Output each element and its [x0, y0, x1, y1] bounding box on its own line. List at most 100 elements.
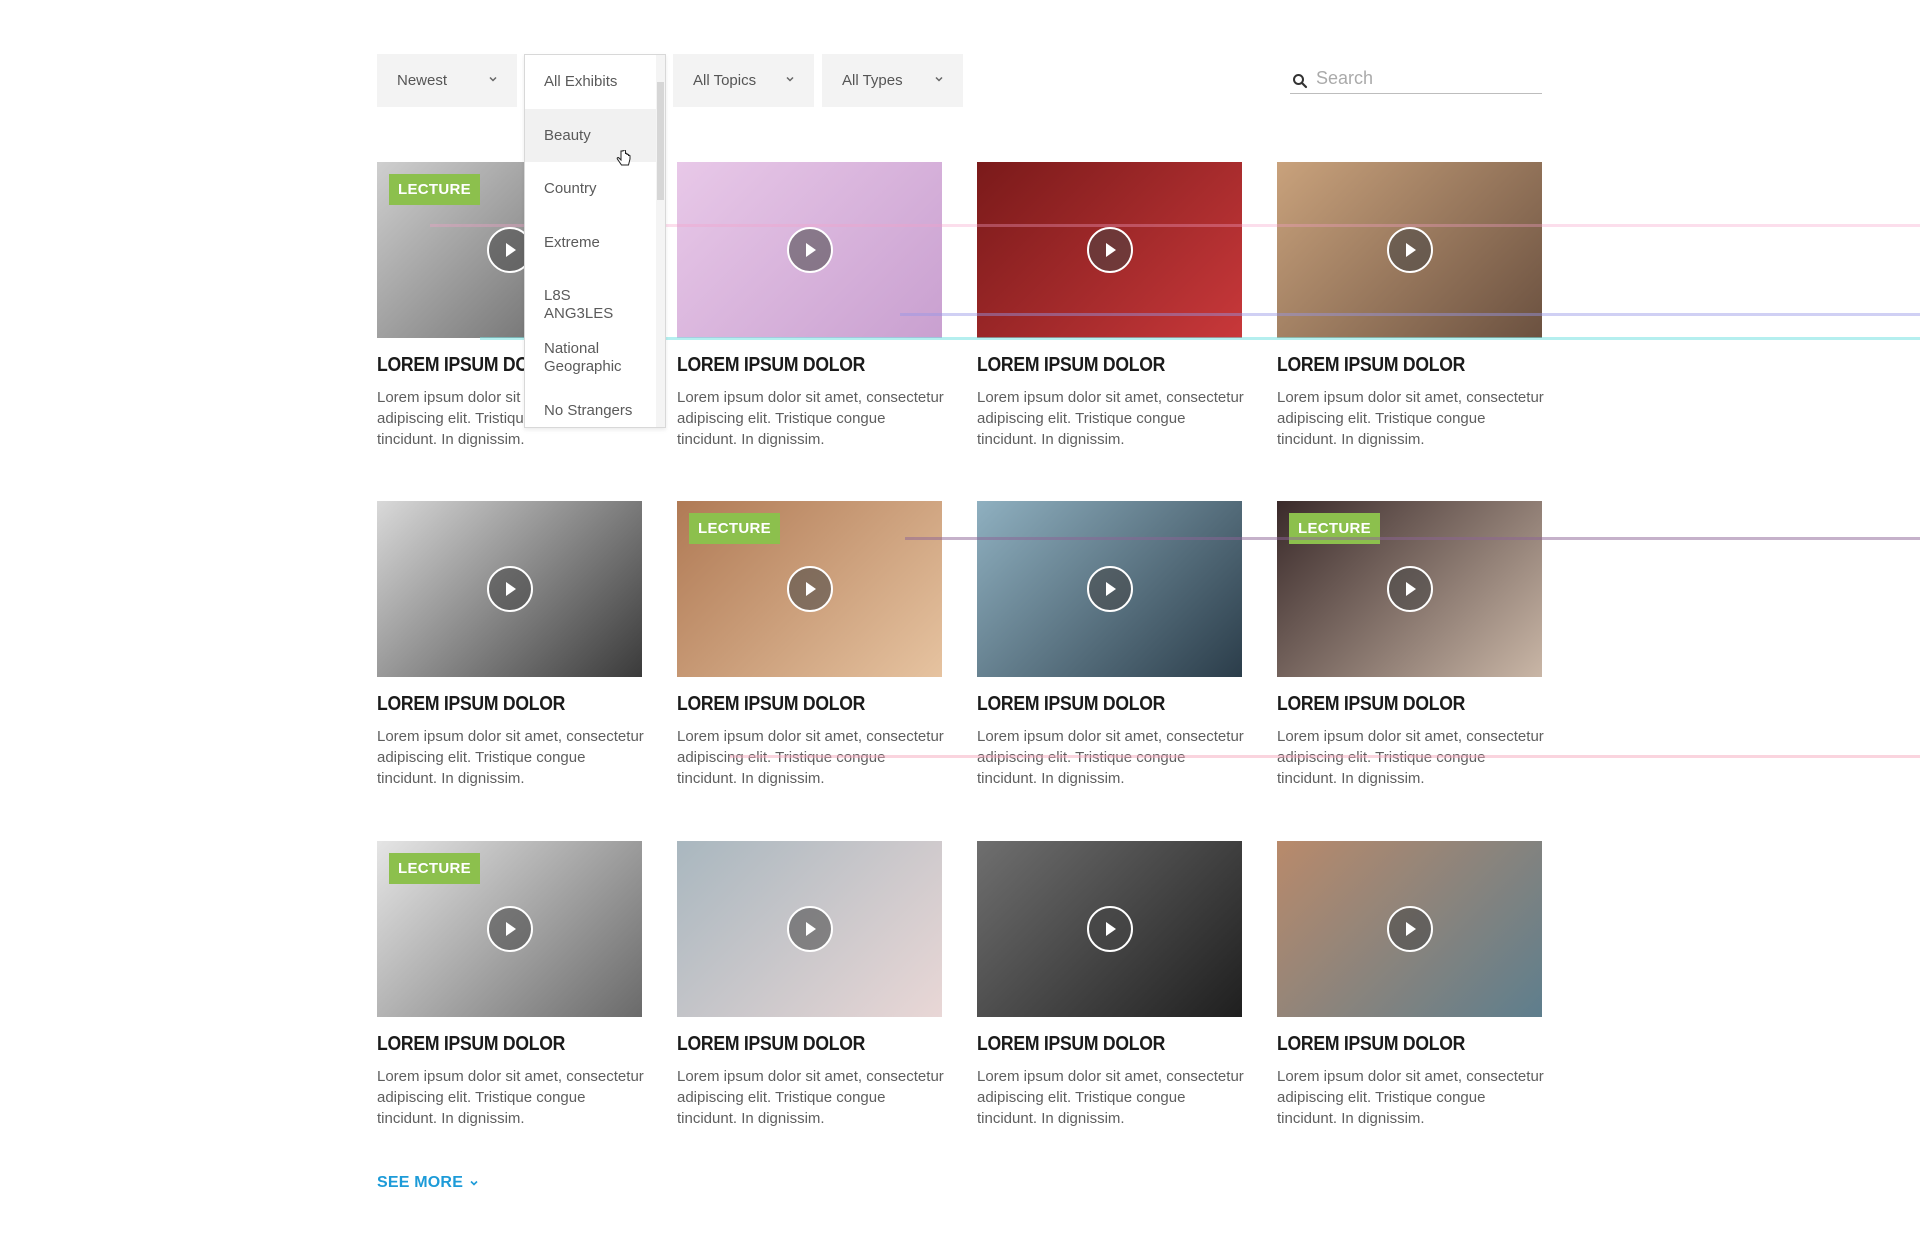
video-card[interactable]: LOREM IPSUM DOLOR Lorem ipsum dolor sit a… [977, 841, 1244, 1129]
video-thumbnail[interactable]: LECTURE [1277, 501, 1542, 677]
hand-cursor-icon [616, 150, 631, 166]
play-button[interactable] [786, 227, 833, 273]
video-thumbnail[interactable] [677, 162, 942, 338]
video-card[interactable]: LECTURE LOREM IPSUM DOLOR Lorem ipsum dolo… [1277, 501, 1544, 789]
video-thumbnail[interactable] [677, 841, 942, 1017]
video-thumbnail[interactable]: LECTURE [377, 841, 642, 1017]
video-thumbnail[interactable] [977, 841, 1242, 1017]
video-card[interactable]: LOREM IPSUM DOLOR Lorem ipsum dolor sit a… [977, 162, 1244, 450]
card-description: Lorem ipsum dolor sit amet, consectetur … [1277, 1068, 1544, 1127]
exhibit-option-no-strangers[interactable]: No Strangers [525, 402, 656, 420]
see-more-label: SEE MORE [377, 1174, 464, 1191]
video-card[interactable]: LOREM IPSUM DOLOR Lorem ipsum dolor sit a… [377, 501, 644, 789]
video-thumbnail[interactable] [377, 501, 642, 677]
play-icon [505, 582, 516, 596]
video-thumbnail[interactable]: LECTURE [677, 501, 942, 677]
play-button[interactable] [486, 566, 533, 612]
exhibit-option-l8s-ang3les[interactable]: L8S ANG3LES [525, 287, 635, 323]
card-description: Lorem ipsum dolor sit amet, consectetur … [677, 389, 944, 448]
play-icon [1105, 243, 1116, 257]
lecture-badge: LECTURE [389, 853, 480, 884]
video-card[interactable]: LOREM IPSUM DOLOR Lorem ipsum dolor sit a… [1277, 162, 1544, 450]
exhibit-option-extreme[interactable]: Extreme [525, 216, 656, 269]
play-icon [1105, 582, 1116, 596]
chevron-down-icon [470, 1180, 478, 1186]
card-title[interactable]: LOREM IPSUM DOLOR [377, 693, 610, 716]
card-title[interactable]: LOREM IPSUM DOLOR [1277, 354, 1510, 377]
play-icon [505, 243, 516, 257]
play-button[interactable] [486, 906, 533, 952]
types-dropdown-label: All Types [842, 72, 903, 89]
play-icon [1405, 243, 1416, 257]
play-button[interactable] [786, 906, 833, 952]
card-title[interactable]: LOREM IPSUM DOLOR [677, 693, 910, 716]
video-thumbnail[interactable] [1277, 841, 1542, 1017]
exhibit-option-label: Extreme [544, 234, 600, 251]
types-dropdown[interactable]: All Types [822, 54, 963, 107]
exhibits-dropdown-selected[interactable]: All Exhibits [525, 55, 656, 108]
card-description: Lorem ipsum dolor sit amet, consectetur … [977, 389, 1244, 448]
exhibit-option-country[interactable]: Country [525, 162, 656, 215]
search-icon [1293, 74, 1308, 89]
video-thumbnail[interactable] [977, 162, 1242, 338]
card-description: Lorem ipsum dolor sit amet, consectetur … [977, 728, 1244, 787]
search-box [1290, 63, 1542, 94]
card-title[interactable]: LOREM IPSUM DOLOR [977, 354, 1210, 377]
exhibits-dropdown-label: All Exhibits [544, 73, 618, 90]
exhibit-option-label: National Geographic [544, 340, 622, 375]
play-icon [505, 922, 516, 936]
lecture-badge: LECTURE [389, 174, 480, 205]
search-input[interactable] [1314, 65, 1540, 91]
exhibit-option-label: Country [544, 180, 597, 197]
video-card[interactable]: LOREM IPSUM DOLOR Lorem ipsum dolor sit a… [977, 501, 1244, 789]
play-icon [1105, 922, 1116, 936]
exhibit-option-beauty[interactable]: Beauty [525, 109, 656, 162]
sort-dropdown[interactable]: Newest [377, 54, 517, 107]
video-card[interactable]: LOREM IPSUM DOLOR Lorem ipsum dolor sit a… [1277, 841, 1544, 1129]
video-thumbnail[interactable] [1277, 162, 1542, 338]
play-icon [1405, 922, 1416, 936]
play-button[interactable] [1086, 566, 1133, 612]
play-icon [805, 582, 816, 596]
play-button[interactable] [1386, 227, 1433, 273]
video-card[interactable]: LOREM IPSUM DOLOR Lorem ipsum dolor sit a… [677, 162, 944, 450]
card-title[interactable]: LOREM IPSUM DOLOR [677, 1033, 910, 1056]
topics-dropdown[interactable]: All Topics [673, 54, 814, 107]
chevron-down-icon [489, 76, 497, 82]
play-button[interactable] [1386, 906, 1433, 952]
chevron-down-icon [786, 76, 794, 82]
video-card[interactable]: LECTURE LOREM IPSUM DOLOR Lorem ipsum dolo… [677, 501, 944, 789]
chevron-down-icon [935, 76, 943, 82]
exhibit-option-label: L8S ANG3LES [544, 287, 614, 322]
sort-dropdown-label: Newest [397, 72, 448, 89]
lecture-badge: LECTURE [689, 513, 780, 544]
topics-dropdown-label: All Topics [693, 72, 757, 89]
video-thumbnail[interactable] [977, 501, 1242, 677]
exhibit-option-national-geographic[interactable]: National Geographic [525, 340, 645, 376]
card-description: Lorem ipsum dolor sit amet, consectetur … [377, 728, 644, 787]
see-more-link[interactable]: SEE MORE [377, 1174, 479, 1192]
exhibits-dropdown-menu[interactable]: All Exhibits Beauty Country Extreme L8S … [524, 54, 666, 428]
card-title[interactable]: LOREM IPSUM DOLOR [977, 1033, 1210, 1056]
card-description: Lorem ipsum dolor sit amet, consectetur … [677, 1068, 944, 1127]
card-title[interactable]: LOREM IPSUM DOLOR [1277, 1033, 1510, 1056]
play-icon [805, 243, 816, 257]
card-title[interactable]: LOREM IPSUM DOLOR [1277, 693, 1510, 716]
play-icon [1405, 582, 1416, 596]
card-title[interactable]: LOREM IPSUM DOLOR [377, 1033, 610, 1056]
play-button[interactable] [1386, 566, 1433, 612]
exhibit-option-label: Beauty [544, 127, 591, 144]
video-card[interactable]: LOREM IPSUM DOLOR Lorem ipsum dolor sit a… [677, 841, 944, 1129]
play-button[interactable] [1086, 227, 1133, 273]
exhibit-option-label: No Strangers [544, 402, 633, 419]
card-title[interactable]: LOREM IPSUM DOLOR [977, 693, 1210, 716]
card-description: Lorem ipsum dolor sit amet, consectetur … [377, 1068, 644, 1127]
play-button[interactable] [1086, 906, 1133, 952]
lecture-badge: LECTURE [1289, 513, 1380, 544]
card-title[interactable]: LOREM IPSUM DOLOR [677, 354, 910, 377]
video-card[interactable]: LECTURE LOREM IPSUM DOLOR Lorem ipsum dolo… [377, 841, 644, 1129]
card-description: Lorem ipsum dolor sit amet, consectetur … [1277, 389, 1544, 448]
play-button[interactable] [786, 566, 833, 612]
dropdown-scrollbar-thumb[interactable] [657, 82, 664, 200]
card-description: Lorem ipsum dolor sit amet, consectetur … [1277, 728, 1544, 787]
